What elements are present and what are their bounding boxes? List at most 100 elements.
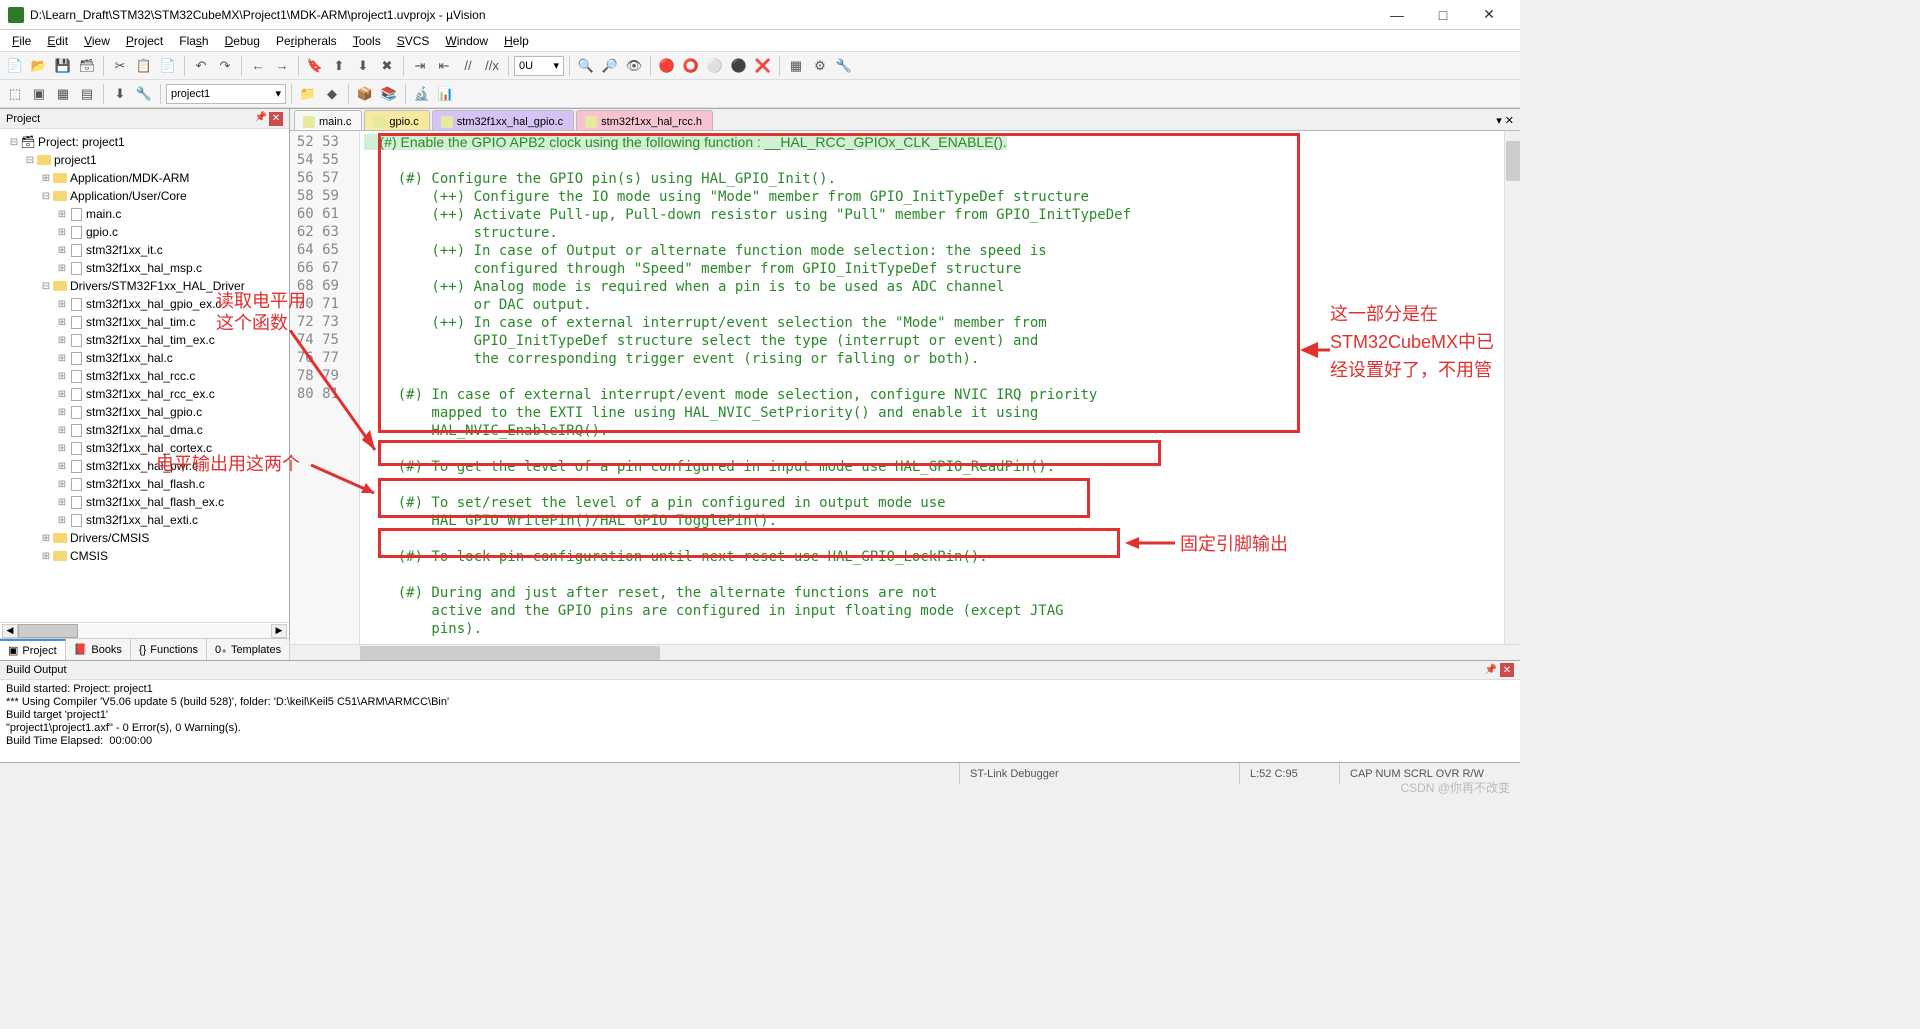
manage-rte-icon[interactable]: ◆ — [321, 83, 343, 105]
options-icon[interactable]: 🔧 — [133, 83, 155, 105]
panel-tab-project[interactable]: ▣ Project — [0, 639, 66, 660]
panel-tab-templates[interactable]: 0₊ Templates — [207, 639, 290, 660]
tree-group[interactable]: ⊞Application/MDK-ARM — [4, 169, 289, 187]
comment-icon[interactable]: // — [457, 55, 479, 77]
tree-file[interactable]: ⊞stm32f1xx_hal_rcc.c — [4, 367, 289, 385]
tree-file[interactable]: ⊞gpio.c — [4, 223, 289, 241]
tree-group[interactable]: ⊞Drivers/CMSIS — [4, 529, 289, 547]
tree-file[interactable]: ⊞stm32f1xx_hal_gpio_ex.c — [4, 295, 289, 313]
code-view[interactable]: (#) Enable the GPIO APB2 clock using the… — [360, 131, 1504, 644]
tree-file[interactable]: ⊞stm32f1xx_hal_gpio.c — [4, 403, 289, 421]
editor-tab[interactable]: main.c — [294, 110, 362, 130]
cut-icon[interactable]: ✂ — [109, 55, 131, 77]
nav-back-icon[interactable]: ← — [247, 55, 269, 77]
translate-icon[interactable]: ⬚ — [4, 83, 26, 105]
tree-file[interactable]: ⊞stm32f1xx_hal_pwr.c — [4, 457, 289, 475]
pin-icon[interactable]: 📌 — [255, 112, 267, 126]
bookmark-icon[interactable]: 🔖 — [304, 55, 326, 77]
simulator-icon[interactable]: 🔬 — [411, 83, 433, 105]
save-icon[interactable]: 💾 — [52, 55, 74, 77]
uncomment-icon[interactable]: //x — [481, 55, 503, 77]
menu-view[interactable]: View — [76, 32, 118, 50]
build-pin-icon[interactable]: 📌 — [1484, 665, 1496, 676]
panel-tab-books[interactable]: 📕 Books — [66, 639, 131, 660]
tab-controls[interactable]: ▾ ✕ — [1490, 110, 1520, 130]
tree-target[interactable]: ⊟project1 — [4, 151, 289, 169]
build-close-icon[interactable]: ✕ — [1500, 663, 1514, 677]
target-select[interactable]: project1▾ — [166, 84, 286, 104]
bookmark-next-icon[interactable]: ⬇ — [352, 55, 374, 77]
build-icon[interactable]: ▣ — [28, 83, 50, 105]
analyzer-icon[interactable]: 📊 — [435, 83, 457, 105]
disable-breakpoint-icon[interactable]: ⚫ — [728, 55, 750, 77]
panel-tab-functions[interactable]: {} Functions — [131, 639, 207, 660]
tree-group[interactable]: ⊟Drivers/STM32F1xx_HAL_Driver — [4, 277, 289, 295]
editor-tab[interactable]: gpio.c — [364, 110, 429, 130]
project-tree[interactable]: ⊟🗃Project: project1⊟project1⊞Application… — [0, 129, 289, 622]
batch-build-icon[interactable]: ▤ — [76, 83, 98, 105]
tree-file[interactable]: ⊞stm32f1xx_hal_rcc_ex.c — [4, 385, 289, 403]
tree-group[interactable]: ⊟Application/User/Core — [4, 187, 289, 205]
copy-icon[interactable]: 📋 — [133, 55, 155, 77]
incremental-find-icon[interactable]: 👁 — [623, 55, 645, 77]
close-button[interactable]: ✕ — [1466, 0, 1512, 30]
tree-file[interactable]: ⊞stm32f1xx_hal_msp.c — [4, 259, 289, 277]
menu-edit[interactable]: Edit — [39, 32, 76, 50]
bookmark-prev-icon[interactable]: ⬆ — [328, 55, 350, 77]
find-in-files-icon[interactable]: 🔎 — [599, 55, 621, 77]
menu-tools[interactable]: Tools — [345, 32, 389, 50]
build-output-text[interactable]: Build started: Project: project1 *** Usi… — [0, 680, 1520, 762]
tree-root[interactable]: ⊟🗃Project: project1 — [4, 133, 289, 151]
tree-file[interactable]: ⊞stm32f1xx_hal_tim_ex.c — [4, 331, 289, 349]
menu-flash[interactable]: Flash — [171, 32, 216, 50]
tree-file[interactable]: ⊞stm32f1xx_it.c — [4, 241, 289, 259]
download-icon[interactable]: ⬇ — [109, 83, 131, 105]
undo-icon[interactable]: ↶ — [190, 55, 212, 77]
new-file-icon[interactable]: 📄 — [4, 55, 26, 77]
kill-breakpoints-icon[interactable]: ❌ — [752, 55, 774, 77]
window-icon[interactable]: ▦ — [785, 55, 807, 77]
minimize-button[interactable]: — — [1374, 0, 1420, 30]
tree-file[interactable]: ⊞stm32f1xx_hal_tim.c — [4, 313, 289, 331]
bookmark-clear-icon[interactable]: ✖ — [376, 55, 398, 77]
find-icon[interactable]: 🔍 — [575, 55, 597, 77]
paste-icon[interactable]: 📄 — [157, 55, 179, 77]
editor-hscroll[interactable] — [290, 644, 1520, 660]
editor-vscroll[interactable] — [1504, 131, 1520, 644]
indent-icon[interactable]: ⇥ — [409, 55, 431, 77]
enable-breakpoint-icon[interactable]: ⚪ — [704, 55, 726, 77]
nav-fwd-icon[interactable]: → — [271, 55, 293, 77]
tree-file[interactable]: ⊞stm32f1xx_hal_flash.c — [4, 475, 289, 493]
tree-file[interactable]: ⊞stm32f1xx_hal_flash_ex.c — [4, 493, 289, 511]
scroll-left-icon[interactable]: ◀ — [2, 624, 18, 638]
menu-peripherals[interactable]: Peripherals — [268, 32, 345, 50]
editor-tab[interactable]: stm32f1xx_hal_rcc.h — [576, 110, 713, 130]
tree-file[interactable]: ⊞stm32f1xx_hal_exti.c — [4, 511, 289, 529]
editor-tab[interactable]: stm32f1xx_hal_gpio.c — [432, 110, 574, 130]
menu-debug[interactable]: Debug — [217, 32, 268, 50]
menu-svcs[interactable]: SVCS — [389, 32, 438, 50]
tree-file[interactable]: ⊞stm32f1xx_hal_dma.c — [4, 421, 289, 439]
menu-help[interactable]: Help — [496, 32, 537, 50]
books-icon[interactable]: 📚 — [378, 83, 400, 105]
open-file-icon[interactable]: 📂 — [28, 55, 50, 77]
tree-hscroll[interactable]: ◀ ▶ — [0, 622, 289, 638]
panel-close-icon[interactable]: ✕ — [269, 112, 283, 126]
tools-icon[interactable]: 🔧 — [833, 55, 855, 77]
tree-file[interactable]: ⊞stm32f1xx_hal.c — [4, 349, 289, 367]
debug-start-icon[interactable]: 🔴 — [656, 55, 678, 77]
tree-group[interactable]: ⊞CMSIS — [4, 547, 289, 565]
tree-file[interactable]: ⊞stm32f1xx_hal_cortex.c — [4, 439, 289, 457]
maximize-button[interactable]: □ — [1420, 0, 1466, 30]
config-icon[interactable]: ⚙ — [809, 55, 831, 77]
search-combo[interactable]: 0U▾ — [514, 56, 564, 76]
manage-targets-icon[interactable]: 📁 — [297, 83, 319, 105]
tree-file[interactable]: ⊞main.c — [4, 205, 289, 223]
scroll-right-icon[interactable]: ▶ — [271, 624, 287, 638]
save-all-icon[interactable]: 🗃 — [76, 55, 98, 77]
outdent-icon[interactable]: ⇤ — [433, 55, 455, 77]
menu-project[interactable]: Project — [118, 32, 171, 50]
menu-file[interactable]: File — [4, 32, 39, 50]
redo-icon[interactable]: ↷ — [214, 55, 236, 77]
rebuild-icon[interactable]: ▦ — [52, 83, 74, 105]
